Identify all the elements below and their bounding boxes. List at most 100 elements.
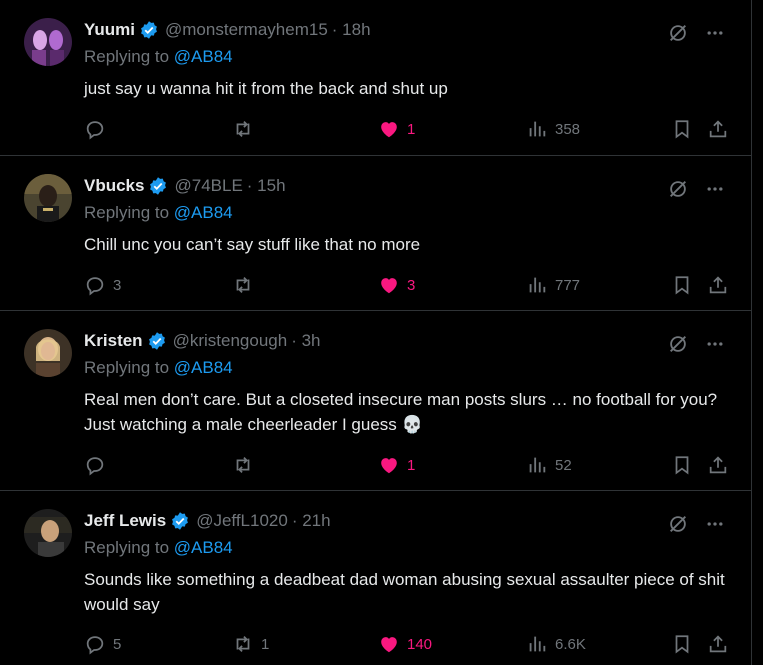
timestamp[interactable]: · 21h [292, 511, 331, 531]
tweet-card[interactable]: Yuumi @monstermayhem15 · 18h Replying to… [0, 0, 751, 156]
tweet-header: Kristen @kristengough · 3h [84, 329, 735, 353]
bookmark-button[interactable] [671, 274, 693, 296]
like-button[interactable]: 140 [378, 633, 432, 655]
tweet-text: Real men don’t care. But a closeted inse… [84, 390, 718, 434]
replying-label: Replying to [84, 538, 174, 557]
views-count: 358 [555, 120, 581, 138]
bookmark-button[interactable] [671, 454, 693, 476]
tweet-header-actions [667, 178, 725, 200]
share-button[interactable] [707, 633, 729, 655]
grok-icon[interactable] [667, 333, 689, 355]
heart-icon [381, 278, 397, 294]
retweet-button[interactable] [232, 274, 261, 296]
analytics-icon [529, 121, 546, 137]
bookmark-button[interactable] [671, 633, 693, 655]
avatar[interactable] [24, 174, 72, 222]
views-button[interactable]: 358 [526, 118, 580, 140]
timestamp[interactable]: · 3h [291, 331, 320, 351]
handle[interactable]: @JeffL1020 [196, 511, 288, 531]
views-button[interactable]: 777 [526, 274, 580, 296]
share-icon [709, 456, 727, 474]
replying-label: Replying to [84, 203, 174, 222]
retweet-button[interactable]: 1 [232, 633, 269, 655]
grok-icon[interactable] [667, 513, 689, 535]
replying-label: Replying to [84, 358, 174, 377]
verified-badge-icon [148, 176, 168, 196]
more-options-icon[interactable] [705, 179, 725, 199]
tweet-actions: 5 1 140 6.6K [84, 632, 729, 656]
like-count: 1 [407, 456, 416, 474]
bookmark-icon [675, 456, 689, 475]
tweet-card[interactable]: Jeff Lewis @JeffL1020 · 21h Replying to … [0, 491, 751, 665]
reply-icon [86, 636, 104, 655]
display-name[interactable]: Kristen [84, 331, 143, 351]
handle[interactable]: @kristengough [173, 331, 288, 351]
timestamp[interactable]: · 18h [332, 20, 371, 40]
avatar[interactable] [24, 509, 72, 557]
avatar[interactable] [24, 18, 72, 66]
retweet-icon [236, 277, 250, 293]
bookmark-button[interactable] [671, 118, 693, 140]
more-options-icon[interactable] [705, 514, 725, 534]
more-options-icon[interactable] [705, 23, 725, 43]
tweet-content: Vbucks @74BLE · 15h Replying to @AB84 Ch… [84, 174, 735, 257]
views-count: 6.6K [555, 635, 586, 653]
handle[interactable]: @74BLE [174, 176, 242, 196]
heart-icon [381, 122, 397, 138]
replying-to: Replying to @AB84 [84, 203, 735, 225]
replying-to-link[interactable]: @AB84 [174, 358, 233, 377]
tweet-actions: 1 358 [84, 117, 729, 141]
reply-icon [86, 277, 104, 296]
views-count: 52 [555, 456, 572, 474]
tweet-actions: 3 3 777 [84, 273, 729, 297]
views-button[interactable]: 52 [526, 454, 572, 476]
replying-to-link[interactable]: @AB84 [174, 203, 233, 222]
tweet-header: Vbucks @74BLE · 15h [84, 174, 735, 198]
replying-to-link[interactable]: @AB84 [174, 47, 233, 66]
reply-count: 5 [113, 635, 122, 653]
tweet-header: Jeff Lewis @JeffL1020 · 21h [84, 509, 735, 533]
replying-to-link[interactable]: @AB84 [174, 538, 233, 557]
avatar[interactable] [24, 329, 72, 377]
share-button[interactable] [707, 454, 729, 476]
tweet-card[interactable]: Vbucks @74BLE · 15h Replying to @AB84 Ch… [0, 156, 751, 311]
verified-badge-icon [170, 511, 190, 531]
reply-button[interactable]: 3 [84, 274, 121, 296]
retweet-icon [236, 636, 250, 652]
reply-button[interactable] [84, 454, 113, 476]
display-name[interactable]: Jeff Lewis [84, 511, 166, 531]
timestamp[interactable]: · 15h [247, 176, 286, 196]
tweet-header-actions [667, 333, 725, 355]
reply-button[interactable] [84, 118, 113, 140]
share-button[interactable] [707, 274, 729, 296]
like-button[interactable]: 1 [378, 454, 415, 476]
grok-icon[interactable] [667, 22, 689, 44]
retweet-count: 1 [261, 635, 270, 653]
tweet-header-actions [667, 513, 725, 535]
replying-label: Replying to [84, 47, 174, 66]
more-options-icon[interactable] [705, 334, 725, 354]
replying-to: Replying to @AB84 [84, 538, 735, 560]
handle[interactable]: @monstermayhem15 [165, 20, 328, 40]
bookmark-icon [675, 276, 689, 295]
display-name[interactable]: Yuumi [84, 20, 135, 40]
replying-to: Replying to @AB84 [84, 358, 735, 380]
like-button[interactable]: 1 [378, 118, 415, 140]
views-button[interactable]: 6.6K [526, 633, 586, 655]
share-icon [709, 276, 727, 294]
retweet-button[interactable] [232, 454, 261, 476]
reply-count: 3 [113, 276, 122, 294]
tweet-header: Yuumi @monstermayhem15 · 18h [84, 18, 735, 42]
retweet-button[interactable] [232, 118, 261, 140]
tweet-actions: 1 52 [84, 453, 729, 477]
reply-button[interactable]: 5 [84, 633, 121, 655]
grok-icon[interactable] [667, 178, 689, 200]
display-name[interactable]: Vbucks [84, 176, 144, 196]
like-count: 140 [407, 635, 433, 653]
tweet-text: Chill unc you can’t say stuff like that … [84, 235, 421, 254]
share-button[interactable] [707, 118, 729, 140]
tweet-card[interactable]: Kristen @kristengough · 3h Replying to @… [0, 311, 751, 491]
like-button[interactable]: 3 [378, 274, 415, 296]
tweet-content: Jeff Lewis @JeffL1020 · 21h Replying to … [84, 509, 735, 617]
verified-badge-icon [147, 331, 167, 351]
